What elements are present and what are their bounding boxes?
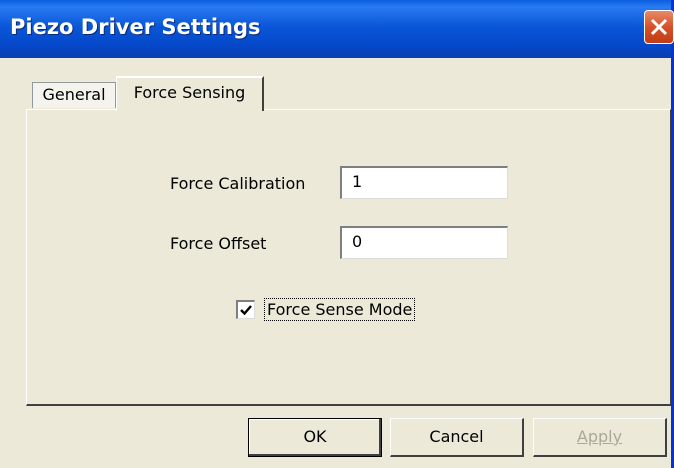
close-button[interactable] xyxy=(644,10,674,44)
title-bar[interactable]: Piezo Driver Settings xyxy=(0,0,674,58)
window-title: Piezo Driver Settings xyxy=(10,15,261,39)
tab-force-sensing[interactable]: Force Sensing xyxy=(116,76,264,111)
ok-button[interactable]: OK xyxy=(248,418,382,457)
checkmark-icon xyxy=(240,305,252,316)
force-sense-mode-checkbox[interactable] xyxy=(236,300,255,319)
force-offset-label: Force Offset xyxy=(170,234,267,253)
apply-button[interactable]: Apply xyxy=(533,418,667,457)
force-calibration-label: Force Calibration xyxy=(170,174,306,193)
close-icon xyxy=(650,18,668,36)
cancel-button[interactable]: Cancel xyxy=(390,418,524,457)
force-calibration-field[interactable]: 1 xyxy=(340,166,508,199)
dialog-window: Piezo Driver Settings General Force Sens… xyxy=(0,0,674,468)
tab-general[interactable]: General xyxy=(32,82,116,108)
force-offset-field[interactable]: 0 xyxy=(340,226,508,259)
force-sense-mode-label[interactable]: Force Sense Mode xyxy=(264,298,416,321)
